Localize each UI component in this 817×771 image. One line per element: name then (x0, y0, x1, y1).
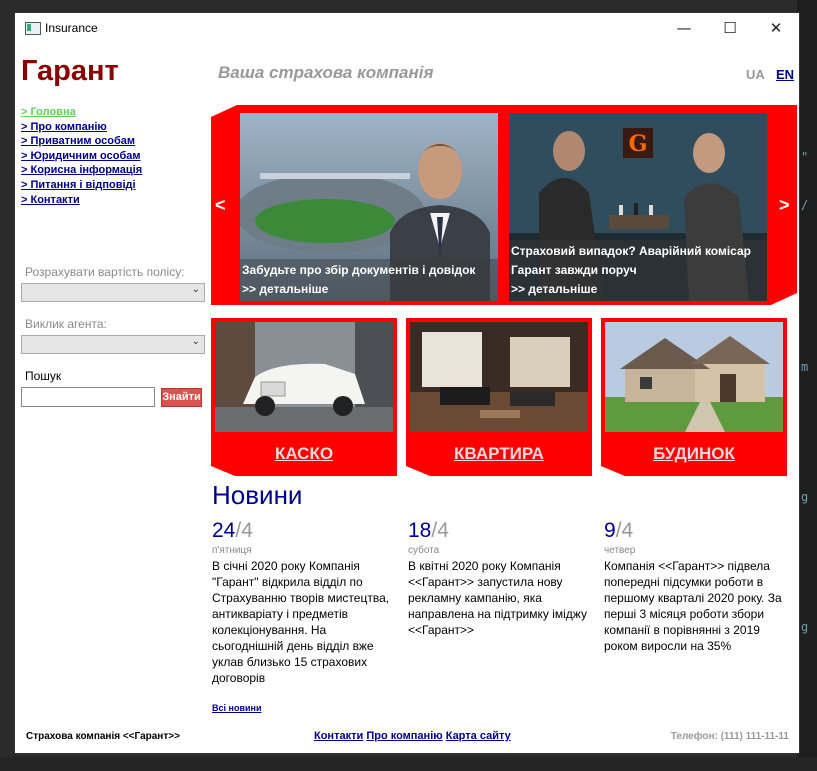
calc-label: Розрахувати вартість полісу: (25, 265, 185, 279)
news-date: 24/4 (212, 519, 398, 543)
news-text: В квітні 2020 року Компанія <<Гарант>> з… (408, 559, 587, 637)
footer-links: Контакти Про компанію Карта сайту (314, 730, 511, 742)
slide-2-subtitle: Гарант завжди поруч (511, 263, 637, 277)
search-label: Пошук (25, 369, 62, 383)
news-date: 9/4 (604, 519, 790, 543)
card-apartment-label[interactable]: КВАРТИРА (406, 444, 592, 464)
search-button[interactable]: Знайти (161, 388, 202, 407)
close-button[interactable]: ✕ (753, 13, 799, 43)
footer-contacts-link[interactable]: Контакти (314, 730, 363, 742)
news-text: В січні 2020 року Компанія "Гарант" відк… (212, 559, 390, 685)
app-window: Insurance — ☐ ✕ Гарант Ваша страхова ком… (14, 12, 800, 754)
news-month: /4 (615, 519, 634, 542)
nav-item-business[interactable]: > Юридичним особам (21, 149, 142, 164)
chevron-down-icon: ⌄ (191, 336, 200, 347)
news-date: 18/4 (408, 519, 594, 543)
card-fold-decor (211, 466, 235, 476)
card-house[interactable]: БУДИНОК (601, 318, 787, 476)
nav-item-contacts[interactable]: > Контакти (21, 193, 142, 208)
slider-next-button[interactable]: > (779, 195, 790, 216)
slide-1-title: Забудьте про збір документів і довідок (242, 263, 476, 277)
apartment-photo (410, 322, 588, 432)
card-kasko[interactable]: КАСКО (211, 318, 397, 476)
background-ide-edge: " / m g g (797, 0, 817, 771)
news-day: 9 (604, 519, 616, 542)
nav-item-info[interactable]: > Корисна інформація (21, 163, 142, 178)
slide-2-caption: Страховий випадок? Аварійний комісар Гар… (509, 240, 767, 301)
tagline: Ваша страхова компанія (218, 63, 434, 82)
nav-item-home[interactable]: > Головна (21, 105, 142, 120)
news-item: 18/4 субота В квітні 2020 року Компанія … (408, 519, 594, 638)
maximize-button[interactable]: ☐ (707, 13, 753, 43)
search-input[interactable] (21, 387, 155, 407)
slide-1[interactable]: Забудьте про збір документів і довідок >… (240, 113, 498, 301)
calc-select[interactable]: ⌄ (21, 283, 205, 302)
news-month: /4 (235, 519, 253, 542)
all-news-link[interactable]: Всі новини (212, 703, 261, 713)
chevron-down-icon: ⌄ (191, 284, 200, 295)
lang-ua-link[interactable]: UA (746, 67, 765, 82)
slider-fold-decor (211, 105, 237, 117)
title-bar[interactable]: Insurance — ☐ ✕ (15, 13, 799, 43)
footer-about-link[interactable]: Про компанію (366, 730, 442, 742)
slider-prev-button[interactable]: < (215, 195, 226, 216)
news-day: 24 (212, 519, 236, 542)
card-fold-decor (601, 466, 625, 476)
news-day: 18 (408, 519, 432, 542)
app-icon (25, 22, 41, 35)
news-item: 9/4 четвер Компанія <<Гарант>> підвела п… (604, 519, 790, 654)
news-weekday: п'ятниця (212, 545, 252, 556)
footer-phone: Телефон: (111) 111-11-11 (670, 731, 789, 742)
card-kasko-label[interactable]: КАСКО (211, 444, 397, 464)
lang-en-link[interactable]: EN (776, 67, 794, 82)
slide-2[interactable]: G Страховий випадок? Аварійний комісар Г… (509, 113, 767, 301)
car-photo (215, 322, 393, 432)
card-apartment[interactable]: КВАРТИРА (406, 318, 592, 476)
window-title: Insurance (45, 21, 98, 35)
nav-item-faq[interactable]: > Питання і відповіді (21, 178, 142, 193)
news-month: /4 (431, 519, 449, 542)
card-house-label[interactable]: БУДИНОК (601, 444, 787, 464)
news-item: 24/4 п'ятниця В січні 2020 року Компанія… (212, 519, 398, 686)
slider-fold-decor (771, 293, 797, 305)
nav-item-about[interactable]: > Про компанію (21, 120, 142, 135)
news-weekday: субота (408, 545, 440, 556)
footer-company: Страхова компанія <<Гарант>> (26, 731, 180, 742)
card-fold-decor (406, 466, 430, 476)
minimize-button[interactable]: — (661, 13, 707, 43)
slide-1-more-link[interactable]: >> детальніше (242, 280, 496, 299)
house-photo (605, 322, 783, 432)
brand-logo: Гарант (21, 55, 119, 87)
slide-1-caption: Забудьте про збір документів і довідок >… (240, 259, 498, 301)
promo-slider: Забудьте про збір документів і довідок >… (211, 105, 797, 305)
news-text: Компанія <<Гарант>> підвела попередні пі… (604, 559, 782, 653)
slide-2-title: Страховий випадок? Аварійний комісар (511, 244, 751, 258)
agent-select[interactable]: ⌄ (21, 335, 205, 354)
footer-sitemap-link[interactable]: Карта сайту (446, 730, 511, 742)
nav-item-private[interactable]: > Приватним особам (21, 134, 142, 149)
agent-label: Виклик агента: (25, 317, 107, 331)
news-weekday: четвер (604, 545, 636, 556)
main-nav: > Головна > Про компанію > Приватним осо… (21, 105, 142, 207)
background-taskbar (0, 757, 817, 771)
svg-text:G: G (629, 131, 648, 157)
slide-2-more-link[interactable]: >> детальніше (511, 280, 765, 299)
news-heading: Новини (212, 480, 303, 510)
